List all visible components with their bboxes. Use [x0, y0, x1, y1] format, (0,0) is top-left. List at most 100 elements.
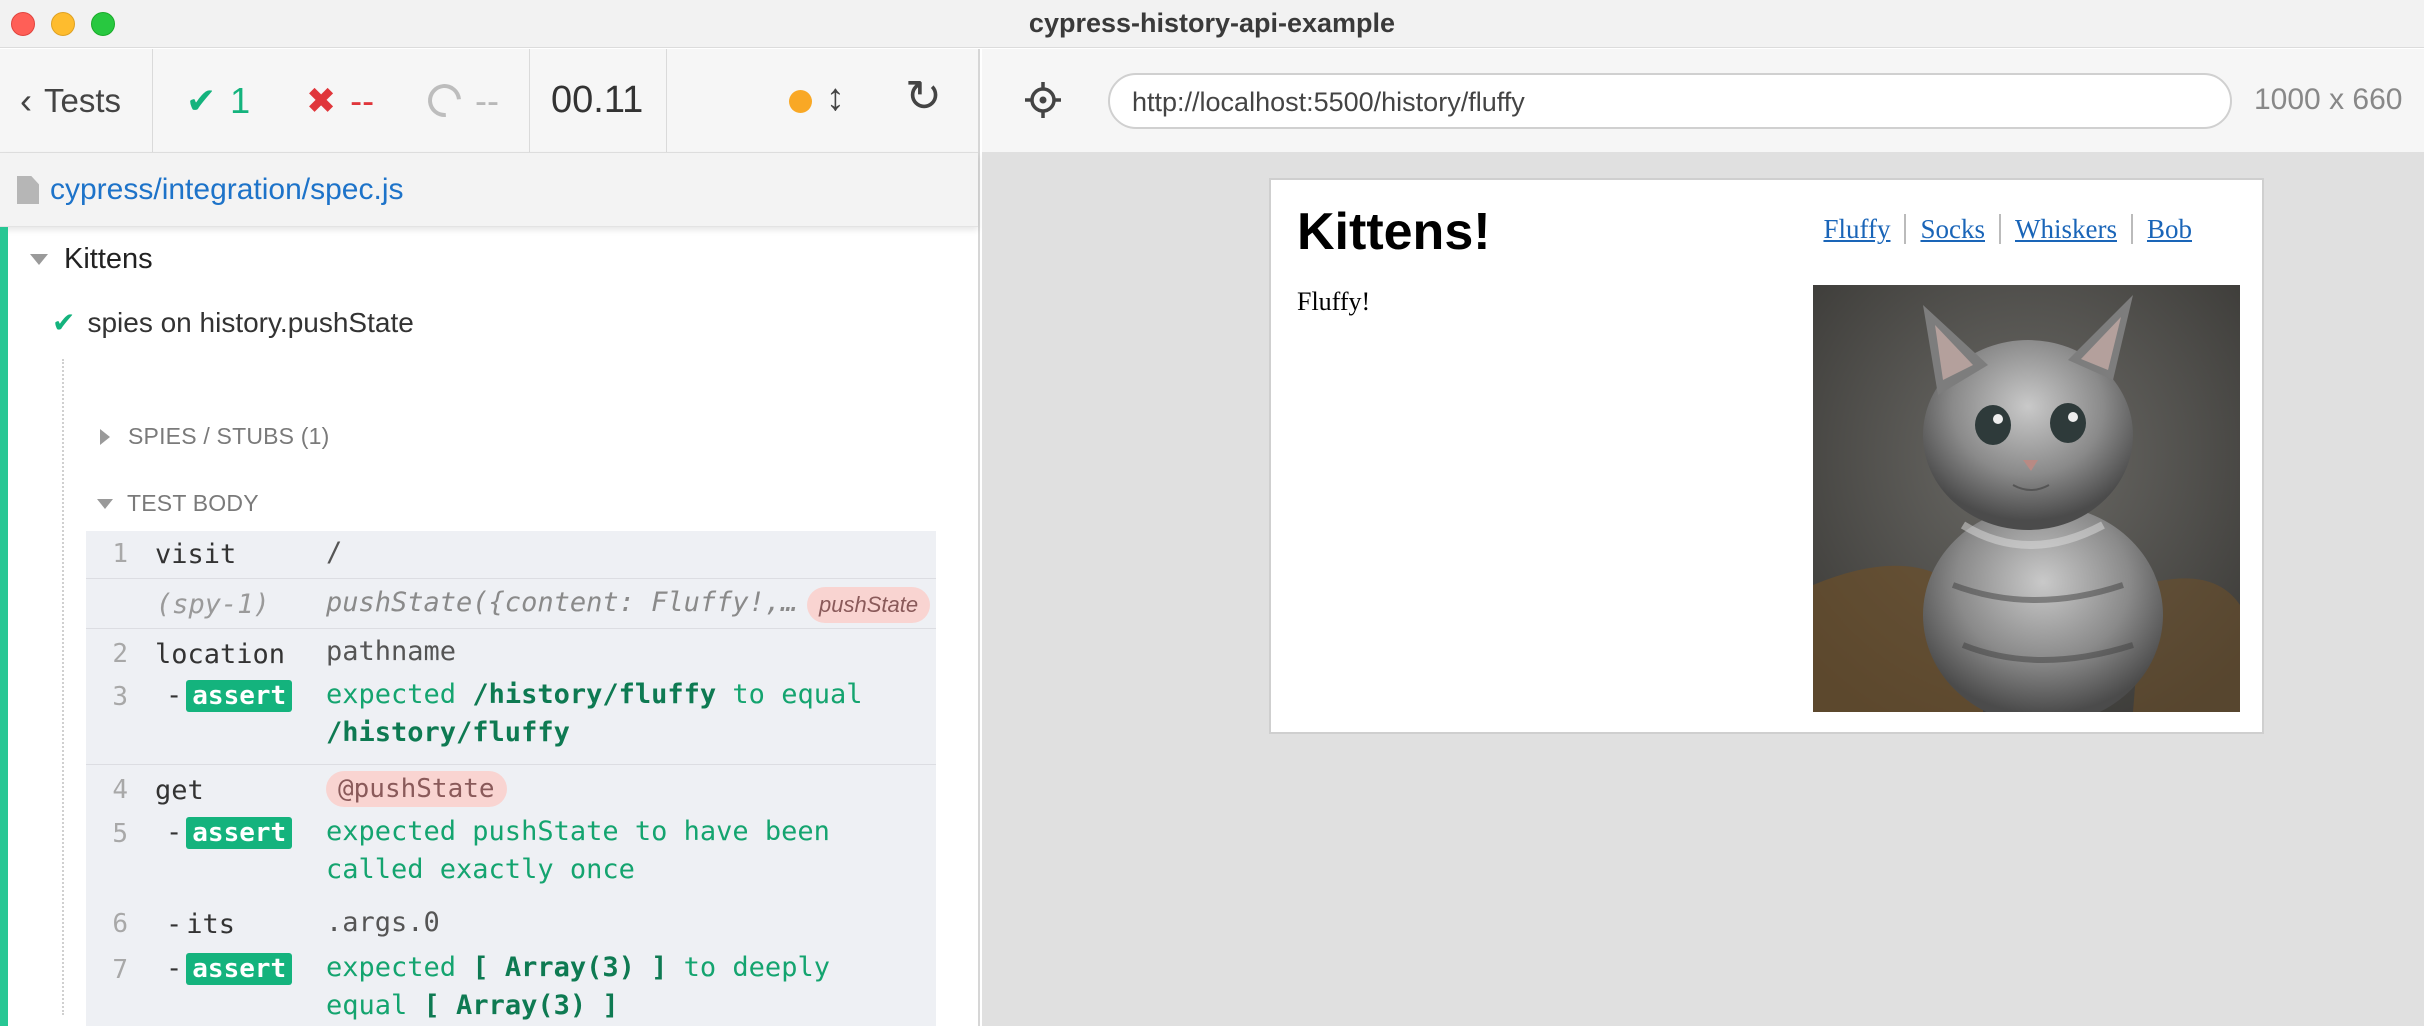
check-icon: ✔ — [186, 79, 217, 121]
resize-vertical-icon[interactable]: ↕ — [826, 77, 845, 120]
message-line: expected pushState to have been — [326, 816, 830, 847]
reporter-panel: ‹ Tests ✔ 1 ✖ -- -- 00.11 ↕ ↻ cypress/in… — [0, 49, 980, 1026]
message-value: /history/fluffy — [326, 717, 570, 748]
file-icon — [17, 176, 39, 204]
test-tree: Kittens ✔ spies on history.pushState SPI… — [0, 227, 978, 1026]
command-number: 6 — [112, 909, 128, 939]
command-number: 2 — [112, 639, 128, 669]
suite-label: Kittens — [64, 243, 153, 275]
kitten-photo — [1813, 285, 2240, 712]
command-name: visit — [155, 539, 237, 570]
viewport-size: 1000 x 660 — [2254, 83, 2403, 116]
message-text: expected — [326, 679, 457, 710]
check-icon: ✔ — [52, 307, 76, 338]
passed-count: ✔ 1 — [186, 49, 250, 152]
message-text: to equal — [732, 679, 863, 710]
window-titlebar: cypress-history-api-example — [0, 0, 2424, 48]
selector-playground-icon[interactable] — [1024, 81, 1062, 119]
message-value: [ Array(3) ] — [472, 952, 668, 983]
tests-label: Tests — [44, 81, 122, 119]
command-row[interactable]: 5 - assert expected pushState to have bee… — [86, 813, 936, 901]
message-text: expected — [326, 952, 457, 983]
command-message: expected /history/fluffy to equal /histo… — [326, 676, 926, 752]
failed-value: -- — [350, 79, 375, 121]
nav-link-socks[interactable]: Socks — [1904, 214, 1999, 244]
assert-badge: assert — [186, 953, 293, 985]
nav-link-bob[interactable]: Bob — [2130, 214, 2206, 244]
message-value: [ Array(3) ] — [423, 990, 619, 1021]
caret-right-icon — [100, 428, 110, 445]
preview-toolbar: http://localhost:5500/history/fluffy 100… — [982, 49, 2424, 153]
command-log: 1 visit / (spy-1) pushState({content: Fl… — [86, 531, 936, 1026]
command-message: pathname — [326, 636, 457, 667]
indent-guide — [62, 359, 64, 1015]
nav-link-fluffy[interactable]: Fluffy — [1809, 214, 1904, 244]
chevron-left-icon: ‹ — [20, 79, 32, 121]
pending-count: -- — [421, 49, 499, 152]
command-name: - assert — [166, 953, 293, 985]
command-row[interactable]: 2 location pathname — [86, 628, 936, 676]
command-name: (spy-1) — [156, 589, 270, 620]
kitten-nav: Fluffy Socks Whiskers Bob — [1809, 214, 2206, 244]
back-to-tests-button[interactable]: ‹ Tests — [20, 49, 121, 152]
caret-down-icon — [30, 254, 48, 265]
caret-down-icon — [97, 498, 113, 509]
command-message: pushState({content: Fluffy!,… — [326, 587, 798, 618]
pending-value: -- — [475, 79, 499, 121]
alias-badge: @pushState — [326, 771, 507, 807]
its-label: its — [186, 909, 236, 940]
divider — [529, 49, 530, 152]
command-message: .args.0 — [326, 907, 440, 938]
url-bar[interactable]: http://localhost:5500/history/fluffy — [1108, 73, 2232, 129]
nav-link-whiskers[interactable]: Whiskers — [1999, 214, 2131, 244]
app-preview-panel: http://localhost:5500/history/fluffy 100… — [982, 49, 2424, 1026]
assert-badge: assert — [186, 817, 293, 849]
command-name: - assert — [166, 680, 293, 712]
reporter-stats-bar: ‹ Tests ✔ 1 ✖ -- -- 00.11 ↕ ↻ — [0, 49, 978, 153]
spec-file-bar: cypress/integration/spec.js — [0, 153, 978, 227]
command-name: get — [155, 775, 204, 806]
app-under-test-frame: Kittens! Fluffy Socks Whiskers Bob Fluff… — [1269, 178, 2264, 734]
command-name: - its — [166, 909, 236, 940]
alias-badge: pushState — [807, 587, 931, 623]
window-title: cypress-history-api-example — [1028, 8, 1396, 38]
command-number: 7 — [112, 955, 128, 985]
command-name: - assert — [166, 817, 293, 849]
suite-title[interactable]: Kittens — [30, 243, 153, 276]
page-content-text: Fluffy! — [1297, 287, 1371, 316]
command-row[interactable]: 6 - its .args.0 — [86, 901, 936, 949]
command-row[interactable]: (spy-1) pushState({content: Fluffy!,… pu… — [86, 578, 936, 628]
spies-stubs-label: SPIES / STUBS (1) — [128, 423, 330, 449]
x-icon: ✖ — [306, 79, 337, 121]
spies-stubs-header[interactable]: SPIES / STUBS (1) — [100, 423, 330, 450]
test-body-header[interactable]: TEST BODY — [97, 490, 259, 517]
message-line: called exactly once — [326, 854, 635, 885]
spec-path-link[interactable]: cypress/integration/spec.js — [50, 173, 404, 207]
message-value: /history/fluffy — [472, 679, 717, 710]
spinner-icon — [421, 77, 468, 124]
pass-indicator-bar — [0, 227, 8, 1026]
divider — [152, 49, 153, 152]
command-message: expected [ Array(3) ] to deeply equal [ … — [326, 949, 926, 1025]
command-row[interactable]: 1 visit / — [86, 531, 936, 578]
test-title[interactable]: ✔ spies on history.pushState — [52, 306, 414, 339]
command-number: 4 — [112, 775, 128, 805]
reload-icon[interactable]: ↻ — [905, 71, 942, 122]
test-label: spies on history.pushState — [87, 306, 414, 338]
assert-badge: assert — [186, 680, 293, 712]
command-name: location — [155, 639, 286, 670]
command-row[interactable]: 3 - assert expected /history/fluffy to eq… — [86, 676, 936, 764]
command-number: 3 — [112, 682, 128, 712]
command-row[interactable]: 4 get @pushState — [86, 764, 936, 813]
failed-count: ✖ -- — [306, 49, 374, 152]
running-status-dot — [789, 90, 812, 113]
command-number: 5 — [112, 819, 128, 849]
command-message: / — [326, 537, 343, 568]
page-heading: Kittens! — [1297, 203, 1491, 261]
duration: 00.11 — [551, 79, 644, 121]
command-row[interactable]: 7 - assert expected [ Array(3) ] to deepl… — [86, 949, 936, 1026]
divider — [666, 49, 667, 152]
command-number: 1 — [112, 539, 128, 569]
command-message: expected pushState to have been called e… — [326, 813, 830, 889]
test-body-label: TEST BODY — [127, 490, 259, 516]
